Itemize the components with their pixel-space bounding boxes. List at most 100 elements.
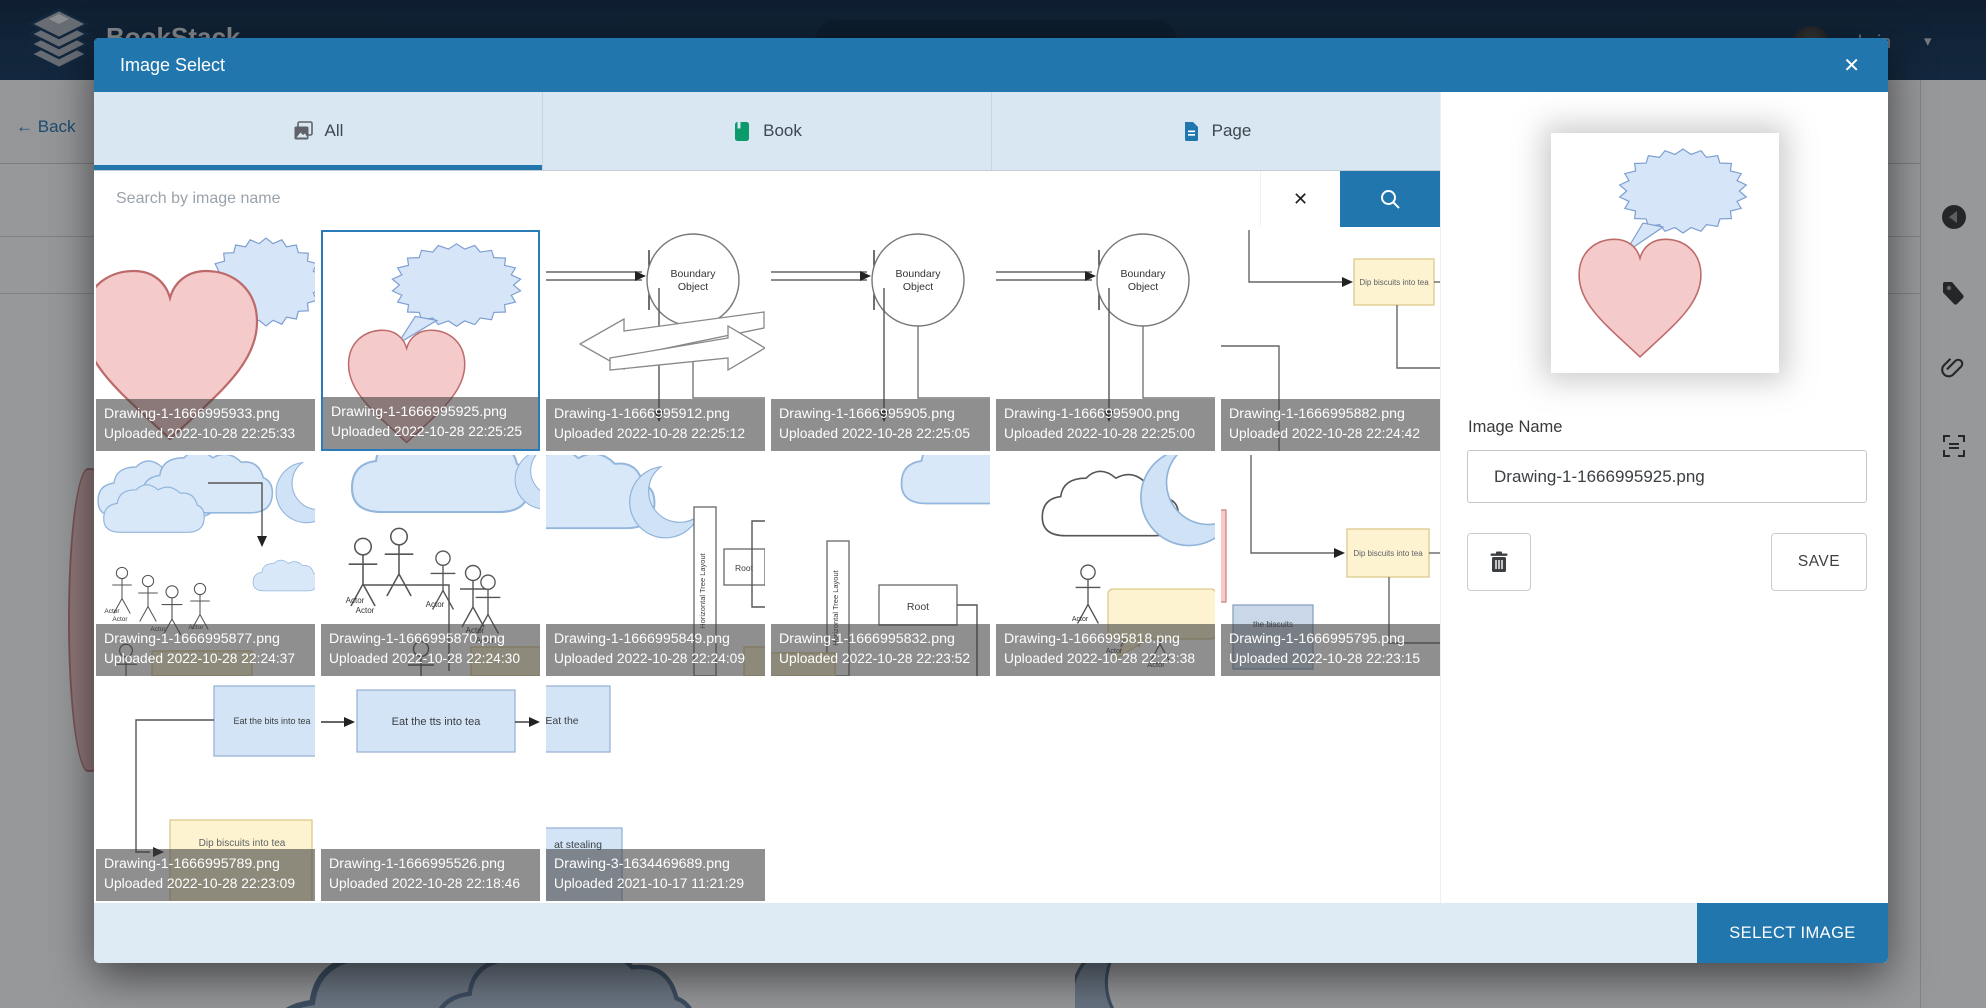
page-icon: [1184, 121, 1198, 141]
gallery-item[interactable]: Horizontal Tree Layout Root Drawing-1-166…: [771, 455, 990, 676]
svg-text:Object: Object: [1128, 281, 1158, 293]
gallery-item[interactable]: Eat the at stealing Drawing-3-1634469689.…: [546, 680, 765, 901]
thumbnail-uploaded: Uploaded 2022-10-28 22:23:52: [779, 651, 971, 666]
gallery-item[interactable]: Boundary Object Drawing-1-1666995912.png …: [546, 230, 765, 451]
modal-title: Image Select: [120, 54, 226, 75]
tab-bar: All Book Page: [94, 92, 1440, 171]
svg-text:Actor: Actor: [104, 608, 120, 615]
save-button[interactable]: SAVE: [1771, 533, 1867, 591]
thumbnail-name: Drawing-1-1666995882.png: [1229, 406, 1405, 422]
thumbnail-name: Drawing-1-1666995526.png: [329, 856, 505, 872]
magnifier-icon: [1381, 190, 1400, 209]
thumbnail-uploaded: Uploaded 2022-10-28 22:25:25: [331, 424, 523, 439]
tab-all[interactable]: All: [94, 92, 543, 170]
thumbnail-name: Drawing-1-1666995789.png: [104, 856, 280, 872]
gallery-item[interactable]: Dip biscuits into teathe biscuits Drawin…: [1221, 455, 1440, 676]
svg-text:Boundary: Boundary: [896, 268, 942, 280]
thumbnail-caption: Drawing-1-1666995882.png Uploaded 2022-1…: [1221, 399, 1440, 451]
search-button[interactable]: [1340, 171, 1440, 227]
image-name-input[interactable]: [1467, 450, 1867, 503]
search-input[interactable]: [94, 171, 1260, 227]
thumbnail-uploaded: Uploaded 2022-10-28 22:23:38: [1004, 651, 1196, 666]
delete-image-button[interactable]: [1467, 533, 1531, 591]
svg-text:Dip biscuits into tea: Dip biscuits into tea: [199, 838, 286, 849]
gallery-item[interactable]: ActorActorActor Drawing-1-1666995818.png…: [996, 455, 1215, 676]
thumbnail-name: Drawing-1-1666995877.png: [104, 631, 280, 647]
thumbnail-uploaded: Uploaded 2022-10-28 22:25:12: [554, 426, 746, 441]
gallery-item[interactable]: Boundary Object Drawing-1-1666995900.png …: [996, 230, 1215, 451]
svg-text:Object: Object: [903, 281, 933, 293]
thumbnail-name: Drawing-1-1666995870.png: [329, 631, 505, 647]
svg-text:Object: Object: [678, 281, 708, 293]
detail-panel: Image Name SAVE: [1440, 92, 1888, 903]
gallery-item[interactable]: Boundary Object Drawing-1-1666995905.png …: [771, 230, 990, 451]
thumbnail-caption: Drawing-1-1666995870.png Uploaded 2022-1…: [321, 624, 540, 676]
gallery-item[interactable]: ActorActorActorActor Drawing-1-166699587…: [96, 455, 315, 676]
trash-icon: [1490, 551, 1508, 572]
svg-text:Dip biscuits into tea: Dip biscuits into tea: [1359, 278, 1429, 287]
thumbnail-name: Drawing-1-1666995925.png: [331, 404, 507, 420]
svg-text:Root: Root: [735, 563, 754, 573]
gallery-item[interactable]: Eat the tts into tea Drawing-1-166699552…: [321, 680, 540, 901]
svg-text:Actor: Actor: [356, 606, 375, 615]
svg-text:Actor: Actor: [346, 596, 365, 605]
image-select-modal: Image Select ✕ All Book Page Search by i…: [94, 38, 1888, 963]
gallery-item[interactable]: Drawing-1-1666995925.png Uploaded 2022-1…: [321, 230, 540, 451]
thumbnail-caption: Drawing-1-1666995900.png Uploaded 2022-1…: [996, 399, 1215, 451]
gallery-item[interactable]: Dip biscuits into tea Drawing-1-16669958…: [1221, 230, 1440, 451]
svg-text:Eat the bits into tea: Eat the bits into tea: [233, 716, 310, 726]
clear-search-button[interactable]: ✕: [1260, 171, 1340, 227]
gallery-item[interactable]: ActorActorActorActorActor Drawing-1-1666…: [321, 455, 540, 676]
thumbnail-caption: Drawing-1-1666995789.png Uploaded 2022-1…: [96, 849, 315, 901]
gallery-item[interactable]: Eat the bits into tea Dip biscuits into t…: [96, 680, 315, 901]
tab-page[interactable]: Page: [992, 92, 1440, 170]
svg-text:Eat the tts into tea: Eat the tts into tea: [392, 716, 482, 728]
screen: BookStack admin ▾ ← Back: [0, 0, 1986, 1008]
thumbnail-name: Drawing-1-1666995912.png: [554, 406, 730, 422]
svg-text:Horizontal Tree Layout: Horizontal Tree Layout: [698, 552, 707, 628]
gallery-item[interactable]: Drawing-1-1666995933.png Uploaded 2022-1…: [96, 230, 315, 451]
thumbnail-uploaded: Uploaded 2022-10-28 22:24:42: [1229, 426, 1421, 441]
thumbnail-name: Drawing-1-1666995795.png: [1229, 631, 1405, 647]
thumbnail-caption: Drawing-1-1666995877.png Uploaded 2022-1…: [96, 624, 315, 676]
thumbnail-caption: Drawing-1-1666995933.png Uploaded 2022-1…: [96, 399, 315, 451]
modal-footer: SELECT IMAGE: [94, 903, 1888, 963]
tab-book[interactable]: Book: [543, 92, 992, 170]
svg-text:Boundary: Boundary: [671, 268, 717, 280]
svg-text:Actor: Actor: [112, 616, 128, 623]
thumbnail-caption: Drawing-1-1666995526.png Uploaded 2022-1…: [321, 849, 540, 901]
thumbnail-caption: Drawing-1-1666995905.png Uploaded 2022-1…: [771, 399, 990, 451]
svg-text:Eat the: Eat the: [546, 715, 579, 727]
gallery-grid: Drawing-1-1666995933.png Uploaded 2022-1…: [94, 227, 1440, 903]
thumbnail-name: Drawing-1-1666995818.png: [1004, 631, 1180, 647]
thumbnail-caption: Drawing-1-1666995849.png Uploaded 2022-1…: [546, 624, 765, 676]
thumbnail-name: Drawing-1-1666995933.png: [104, 406, 280, 422]
thumbnail-name: Drawing-1-1666995905.png: [779, 406, 955, 422]
thumbnail-uploaded: Uploaded 2022-10-28 22:18:46: [329, 876, 521, 891]
thumbnail-uploaded: Uploaded 2022-10-28 22:24:37: [104, 651, 296, 666]
search-row: ✕: [94, 171, 1440, 227]
photo-library-icon: [294, 120, 313, 139]
thumbnail-name: Drawing-1-1666995900.png: [1004, 406, 1180, 422]
thumbnail-caption: Drawing-1-1666995818.png Uploaded 2022-1…: [996, 624, 1215, 676]
thumbnail-uploaded: Uploaded 2022-10-28 22:24:09: [554, 651, 746, 666]
svg-text:Boundary: Boundary: [1121, 268, 1167, 280]
image-name-label: Image Name: [1468, 418, 1563, 436]
thumbnail-uploaded: Uploaded 2022-10-28 22:23:09: [104, 876, 296, 891]
close-button[interactable]: ✕: [1835, 49, 1868, 82]
thumbnail-uploaded: Uploaded 2021-10-17 11:21:29: [554, 876, 744, 891]
thumbnail-uploaded: Uploaded 2022-10-28 22:24:30: [329, 651, 521, 666]
thumbnail-name: Drawing-3-1634469689.png: [554, 856, 730, 872]
thumbnail-uploaded: Uploaded 2022-10-28 22:23:15: [1229, 651, 1421, 666]
svg-text:Actor: Actor: [1072, 616, 1089, 623]
svg-text:Actor: Actor: [426, 600, 445, 609]
modal-header: Image Select ✕: [94, 38, 1888, 92]
thumbnail-name: Drawing-1-1666995832.png: [779, 631, 955, 647]
thumbnail-name: Drawing-1-1666995849.png: [554, 631, 730, 647]
gallery-item[interactable]: Horizontal Tree Layout Root Drawing-1-166…: [546, 455, 765, 676]
thumbnail-caption: Drawing-1-1666995912.png Uploaded 2022-1…: [546, 399, 765, 451]
clear-icon: ✕: [1292, 188, 1309, 209]
select-image-button[interactable]: SELECT IMAGE: [1697, 903, 1888, 963]
thumbnail-caption: Drawing-3-1634469689.png Uploaded 2021-1…: [546, 849, 765, 901]
svg-text:Root: Root: [907, 601, 929, 613]
